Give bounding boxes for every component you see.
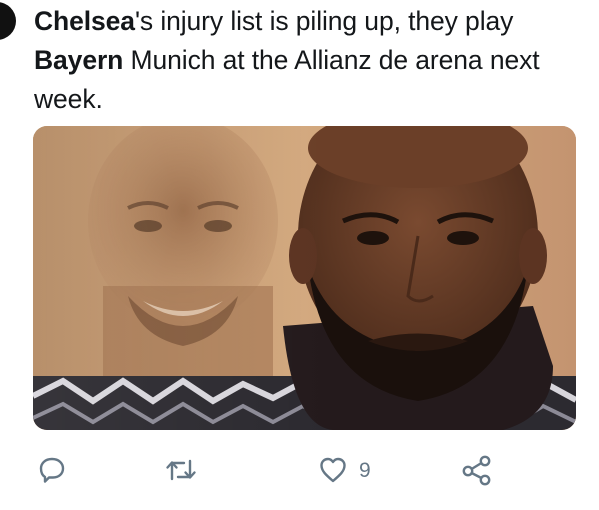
tweet-actions: 9 (0, 445, 599, 495)
heart-icon (320, 457, 346, 483)
hashtag-bayern[interactable]: Bayern (34, 45, 123, 75)
hashtag-chelsea[interactable]: Chelsea (34, 6, 135, 36)
tweet-text-segment: 's injury list is piling up, they play (134, 6, 514, 36)
reply-button[interactable] (37, 453, 67, 487)
share-button[interactable] (461, 453, 493, 487)
reply-icon (39, 457, 65, 483)
share-icon (462, 455, 491, 486)
tweet-text: Chelsea's injury list is piling up, they… (34, 2, 574, 119)
like-count: 9 (359, 458, 371, 482)
retweet-button[interactable] (164, 453, 198, 487)
retweet-icon (166, 459, 196, 481)
avatar[interactable] (0, 2, 16, 40)
like-button[interactable]: 9 (318, 453, 371, 487)
tweet-media-image[interactable] (33, 126, 576, 430)
